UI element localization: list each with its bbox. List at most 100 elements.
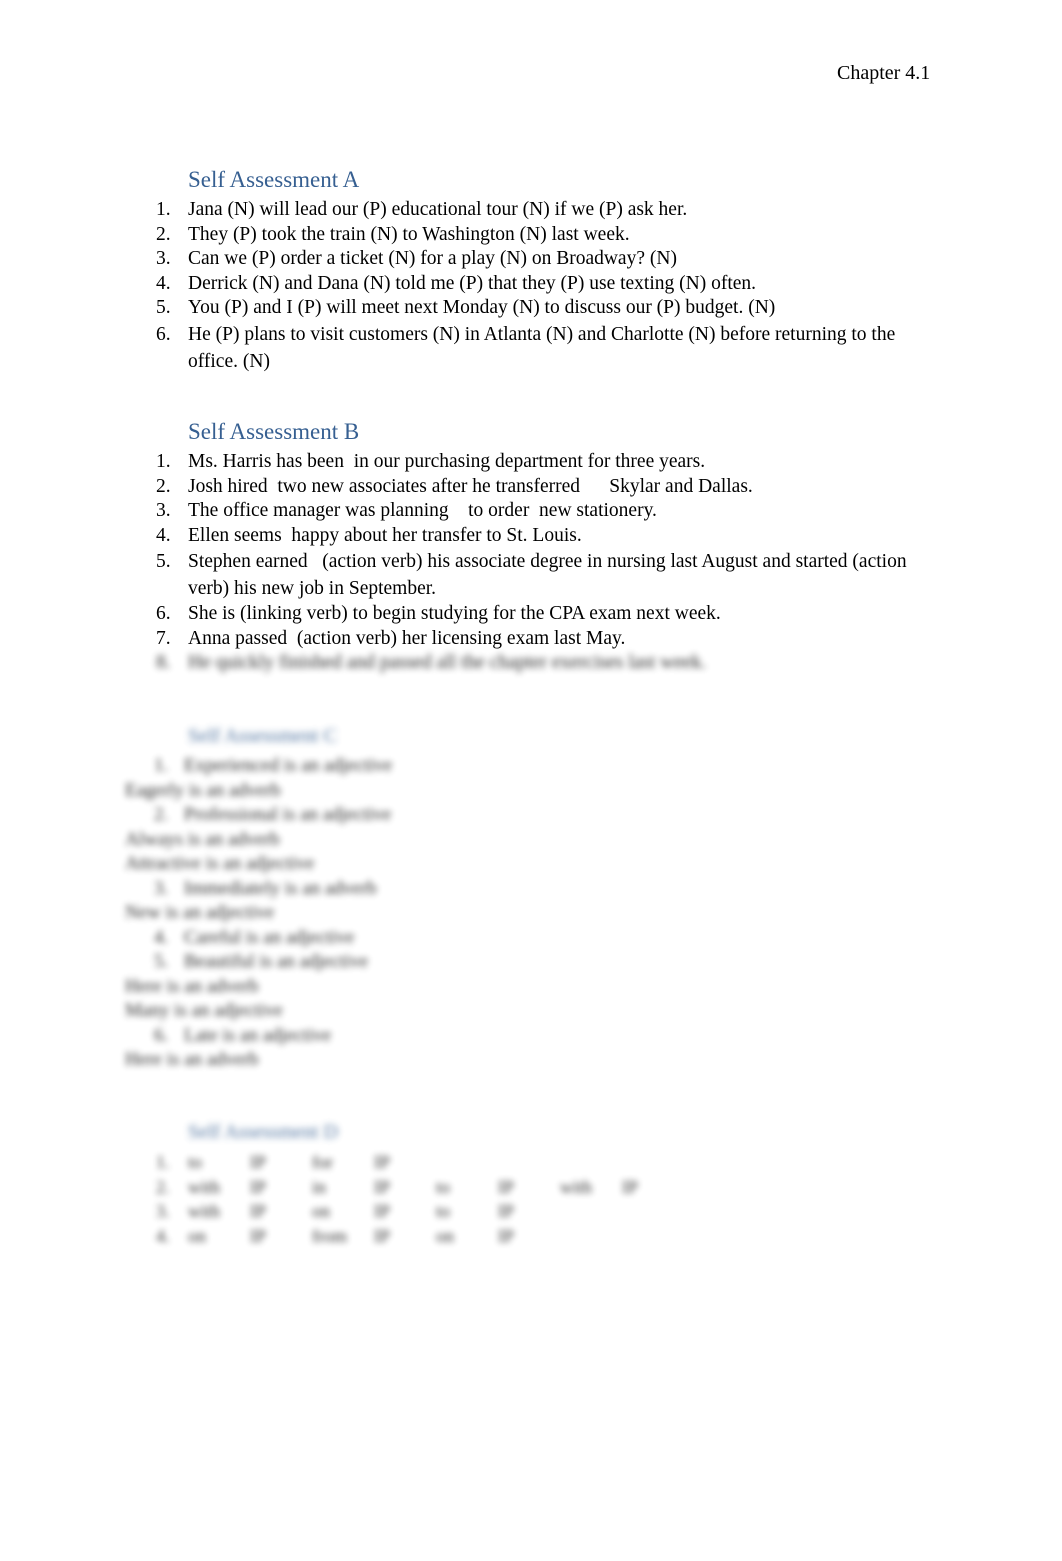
list-item: 6. He (P) plans to visit customers (N) in… (150, 321, 910, 375)
blurred-cell: IP (250, 1152, 267, 1172)
blurred-line: 6. Late is an adjective (125, 1024, 525, 1049)
blurred-answer-list: 1. Experienced is an adjective Eagerly is … (125, 754, 525, 1073)
blurred-line: 3. Immediately is an adverb (125, 877, 525, 902)
blurred-row: 3. with IP on IP to IP (150, 1199, 750, 1224)
section-heading: Self Assessment C (188, 725, 337, 747)
blurred-row: 2. with IP in IP to IP with IP (150, 1175, 750, 1200)
blurred-line: 4. Careful is an adjective (125, 926, 525, 951)
item-text: He quickly finished and passed all the c… (188, 652, 707, 673)
item-text: Jana (N) will lead our (P) educational t… (188, 199, 688, 220)
blurred-row: 4. on IP from IP on IP (150, 1224, 750, 1249)
blurred-cell: IP (374, 1152, 391, 1172)
item-number: 3. (154, 877, 169, 899)
item-number: 6. (154, 1024, 169, 1046)
blurred-line: Always is an adverb (125, 828, 525, 853)
item-text: Beautiful is an adjective (184, 951, 369, 972)
item-text: Always is an adverb (125, 828, 280, 850)
blurred-line: Here is an adverb (125, 975, 525, 1000)
blurred-cell: with (188, 1201, 221, 1221)
list-item: 2. Josh hired two new associates after he… (150, 475, 910, 500)
blurred-cell: to (436, 1201, 451, 1221)
blurred-row: 1. to IP for IP (150, 1150, 750, 1175)
list-item: 1. Ms. Harris has been in our purchasing … (150, 450, 910, 475)
blurred-cell: on (436, 1225, 454, 1246)
item-text: Eagerly is an adverb (125, 779, 281, 801)
list-item: 6. She is (linking verb) to begin studyin… (150, 602, 910, 627)
item-text: Ms. Harris has been in our purchasing de… (188, 451, 706, 472)
blurred-line: 1. Experienced is an adjective (125, 754, 525, 779)
section-self-assessment-a: Self Assessment A 1. Jana (N) will lead o… (150, 166, 910, 375)
item-text: Derrick (N) and Dana (N) told me (P) tha… (188, 272, 757, 294)
blurred-list-item: 8. He quickly finished and passed all the… (150, 651, 910, 676)
item-number: 2. (154, 804, 169, 825)
section-heading: Self Assessment A (188, 167, 360, 192)
item-number: 4. (156, 524, 171, 546)
blurred-cell: IP (374, 1225, 391, 1246)
item-text: Ellen seems happy about her transfer to … (188, 524, 582, 546)
item-text: The office manager was planning to order… (188, 500, 657, 521)
item-number: 4. (156, 1225, 170, 1246)
item-number: 5. (156, 297, 171, 318)
item-text: Stephen earned (action verb) his associa… (188, 551, 912, 599)
item-text: Many is an adjective (125, 1000, 283, 1021)
item-number: 4. (156, 272, 171, 294)
item-text: Immediately is an adverb (184, 877, 377, 899)
item-text: Can we (P) order a ticket (N) for a play… (188, 248, 677, 269)
item-number: 8. (156, 652, 171, 673)
item-text: Here is an adverb (125, 975, 259, 997)
blurred-cell: IP (250, 1225, 267, 1246)
blurred-cell: IP (374, 1201, 391, 1221)
blurred-cell: IP (622, 1176, 639, 1197)
blurred-line: Eagerly is an adverb (125, 779, 525, 804)
blurred-line: Many is an adjective (125, 999, 525, 1024)
item-number: 3. (156, 248, 171, 269)
blurred-cell: with (560, 1176, 593, 1197)
page-header-chapter: Chapter 4.1 (837, 62, 931, 84)
item-text: Careful is an adjective (184, 926, 355, 948)
item-number: 7. (156, 627, 171, 649)
blurred-line: 5. Beautiful is an adjective (125, 950, 525, 975)
list-item: 2. They (P) took the train (N) to Washing… (150, 223, 910, 248)
blurred-cell: for (312, 1152, 333, 1172)
item-number: 2. (156, 1176, 170, 1197)
list-item: 3. The office manager was planning to ord… (150, 499, 910, 524)
blurred-cell: IP (498, 1201, 515, 1221)
blurred-cell: IP (498, 1225, 515, 1246)
item-number: 1. (156, 199, 171, 220)
item-number: 3. (156, 500, 171, 521)
section-self-assessment-c-blurred: Self Assessment C 1. Experienced is an ad… (125, 722, 525, 1073)
item-text: They (P) took the train (N) to Washingto… (188, 223, 630, 245)
item-number: 4. (154, 926, 169, 948)
item-number: 1. (156, 1152, 170, 1172)
item-text: Here is an adverb (125, 1049, 259, 1070)
answer-list: 1. Ms. Harris has been in our purchasing … (150, 450, 910, 676)
item-text: Experienced is an adjective (184, 755, 393, 776)
blurred-line: New is an adjective (125, 901, 525, 926)
section-heading: Self Assessment D (188, 1121, 338, 1143)
blurred-cell: from (312, 1225, 347, 1246)
section-self-assessment-d-blurred: Self Assessment D 1. to IP for IP 2. with IP in I… (150, 1118, 750, 1248)
answer-list: 1. Jana (N) will lead our (P) educational… (150, 198, 910, 375)
blurred-cell: on (312, 1201, 330, 1221)
blurred-cell: on (188, 1225, 206, 1246)
blurred-line: Attractive is an adjective (125, 852, 525, 877)
blurred-answer-table: 1. to IP for IP 2. with IP in IP to IP with IP 3. with I… (150, 1150, 750, 1248)
list-item: 1. Jana (N) will lead our (P) educational… (150, 198, 910, 223)
list-item: 5. You (P) and I (P) will meet next Monda… (150, 296, 910, 321)
item-text: Late is an adjective (184, 1024, 332, 1046)
blurred-cell: in (312, 1176, 327, 1197)
item-text: She is (linking verb) to begin studying … (188, 603, 721, 624)
blurred-cell: to (436, 1176, 451, 1197)
item-text: Josh hired two new associates after he t… (188, 475, 753, 497)
item-number: 1. (156, 451, 171, 472)
blurred-cell: IP (250, 1201, 267, 1221)
section-self-assessment-b: Self Assessment B 1. Ms. Harris has been … (150, 418, 910, 676)
item-text: Attractive is an adjective (125, 853, 315, 874)
blurred-cell: IP (374, 1176, 391, 1197)
item-number: 6. (156, 323, 171, 345)
item-number: 1. (154, 755, 169, 776)
list-item: 4. Derrick (N) and Dana (N) told me (P) t… (150, 272, 910, 297)
blurred-line: Here is an adverb (125, 1048, 525, 1073)
blurred-cell: IP (498, 1176, 515, 1197)
blurred-line: 2. Professional is an adjective (125, 803, 525, 828)
